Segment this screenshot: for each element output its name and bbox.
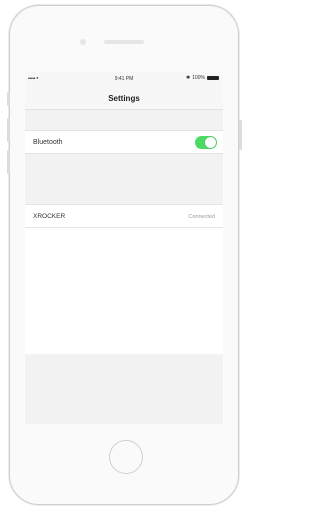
navigation-bar: Settings [25,86,223,110]
mute-switch [7,92,10,106]
device-list-area [25,228,223,354]
bluetooth-row: Bluetooth [25,130,223,154]
battery-percent: 100% [192,75,205,81]
toggle-knob [205,137,216,148]
bluetooth-status-icon: ✱ [186,75,191,81]
home-button[interactable] [109,440,143,474]
power-button [239,120,242,150]
screen: ••••• ᵜ 9:41 PM ✱ 100% Settings Bluetoot… [25,72,223,424]
status-bar: ••••• ᵜ 9:41 PM ✱ 100% [25,72,223,86]
device-name: XROCKER [33,213,66,220]
volume-up-button [7,118,10,142]
speaker [104,40,144,44]
device-status: Connected [188,214,215,220]
bluetooth-label: Bluetooth [33,139,63,146]
status-right: ✱ 100% [186,75,219,81]
bluetooth-toggle[interactable] [195,136,217,149]
phone-frame: ••••• ᵜ 9:41 PM ✱ 100% Settings Bluetoot… [9,5,239,505]
volume-down-button [7,150,10,174]
device-row[interactable]: XROCKER Connected [25,204,223,228]
battery-icon [207,76,219,80]
camera [80,39,86,45]
page-title: Settings [108,94,140,103]
